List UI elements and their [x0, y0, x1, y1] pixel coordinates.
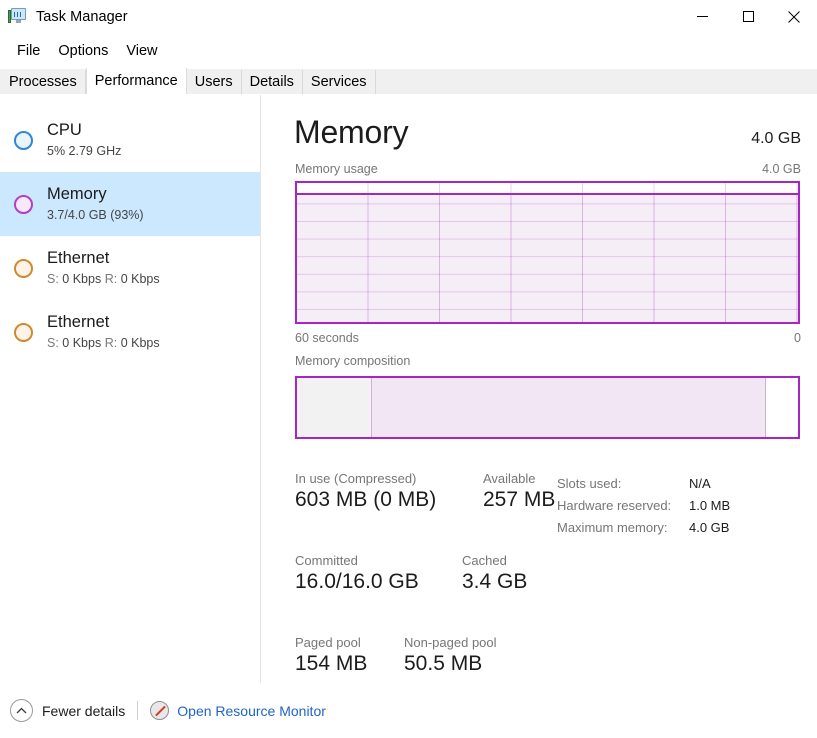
stat-non-paged-pool-value: 50.5 MB — [404, 652, 497, 676]
tab-processes[interactable]: Processes — [0, 70, 86, 94]
usage-graph-axis-row: 60 seconds 0 — [295, 331, 801, 345]
recv-value: 0 Kbps — [121, 272, 160, 286]
minimize-button[interactable] — [679, 0, 725, 33]
maximize-button[interactable] — [725, 0, 771, 33]
title-bar: Task Manager — [0, 0, 817, 33]
info-hardware-reserved-value: 1.0 MB — [689, 495, 730, 517]
composition-segment-standby — [372, 378, 766, 437]
stat-cached-value: 3.4 GB — [462, 570, 527, 594]
chevron-up-icon[interactable] — [10, 699, 33, 722]
stat-non-paged-pool: Non-paged pool 50.5 MB — [404, 635, 497, 676]
tab-users[interactable]: Users — [187, 70, 242, 94]
sidebar-item-memory[interactable]: Memory 3.7/4.0 GB (93%) — [0, 172, 260, 236]
menu-item-view[interactable]: View — [117, 41, 166, 61]
sidebar-item-cpu-title: CPU — [47, 120, 121, 141]
page-title: Memory — [294, 114, 408, 151]
stat-available: Available 257 MB — [483, 471, 555, 512]
send-value: 0 Kbps — [62, 336, 101, 350]
send-label: S: — [47, 336, 59, 350]
usage-graph-max-label: 4.0 GB — [762, 162, 801, 176]
tab-services[interactable]: Services — [303, 70, 376, 94]
stat-paged-pool-label: Paged pool — [295, 635, 367, 650]
recv-label: R: — [105, 336, 118, 350]
tab-strip: Processes Performance Users Details Serv… — [0, 69, 817, 95]
sidebar-item-memory-subtitle: 3.7/4.0 GB (93%) — [47, 208, 144, 224]
sidebar-item-ethernet-2[interactable]: Ethernet S: 0 Kbps R: 0 Kbps — [0, 300, 260, 364]
sidebar-item-cpu-subtitle: 5% 2.79 GHz — [47, 144, 121, 160]
close-button[interactable] — [771, 0, 817, 33]
info-slots-used-key: Slots used: — [557, 473, 689, 495]
menu-bar: File Options View — [0, 38, 817, 64]
sidebar-item-ethernet-2-subtitle: S: 0 Kbps R: 0 Kbps — [47, 336, 160, 352]
stat-committed-label: Committed — [295, 553, 419, 568]
composition-caption-row: Memory composition — [295, 354, 801, 368]
stat-committed: Committed 16.0/16.0 GB — [295, 553, 419, 594]
composition-segment-free — [766, 378, 798, 437]
sidebar-item-ethernet-1-subtitle: S: 0 Kbps R: 0 Kbps — [47, 272, 160, 288]
sidebar-item-ethernet-2-title: Ethernet — [47, 312, 160, 333]
stat-available-value: 257 MB — [483, 488, 555, 512]
stat-available-label: Available — [483, 471, 555, 486]
tab-performance[interactable]: Performance — [86, 68, 187, 94]
info-maximum-memory-key: Maximum memory: — [557, 517, 689, 539]
memory-indicator-icon — [14, 195, 33, 214]
composition-segment-in-use — [297, 378, 372, 437]
recv-label: R: — [105, 272, 118, 286]
stat-row-2: Committed 16.0/16.0 GB Cached 3.4 GB — [295, 553, 801, 617]
stat-in-use: In use (Compressed) 603 MB (0 MB) — [295, 471, 436, 512]
usage-graph-caption: Memory usage — [295, 162, 378, 176]
usage-graph-caption-row: Memory usage 4.0 GB — [295, 162, 801, 176]
detail-header: Memory 4.0 GB — [294, 114, 801, 151]
stat-cached: Cached 3.4 GB — [462, 553, 527, 594]
send-value: 0 Kbps — [62, 272, 101, 286]
fewer-details-button[interactable]: Fewer details — [42, 703, 125, 719]
menu-item-file[interactable]: File — [8, 41, 49, 61]
stat-non-paged-pool-label: Non-paged pool — [404, 635, 497, 650]
ethernet-indicator-icon — [14, 259, 33, 278]
graph-fill-gridlines — [297, 195, 798, 322]
open-resource-monitor-link[interactable]: Open Resource Monitor — [177, 703, 326, 719]
info-hardware-reserved: Hardware reserved: 1.0 MB — [557, 495, 730, 517]
tab-details[interactable]: Details — [242, 70, 303, 94]
info-hardware-reserved-key: Hardware reserved: — [557, 495, 689, 517]
graph-usage-area — [297, 193, 798, 322]
sidebar-item-cpu[interactable]: CPU 5% 2.79 GHz — [0, 108, 260, 172]
info-maximum-memory: Maximum memory: 4.0 GB — [557, 517, 730, 539]
sidebar-item-memory-title: Memory — [47, 184, 144, 205]
info-maximum-memory-value: 4.0 GB — [689, 517, 729, 539]
memory-detail-pane: Memory 4.0 GB Memory usage 4.0 GB 60 sec… — [262, 95, 817, 683]
stat-paged-pool-value: 154 MB — [295, 652, 367, 676]
resource-monitor-icon — [150, 701, 169, 720]
info-slots-used-value: N/A — [689, 473, 711, 495]
graph-x-left-label: 60 seconds — [295, 331, 359, 345]
memory-usage-graph[interactable] — [295, 181, 800, 324]
memory-composition-bar[interactable] — [295, 376, 800, 439]
sidebar-item-ethernet-1[interactable]: Ethernet S: 0 Kbps R: 0 Kbps — [0, 236, 260, 300]
stat-in-use-label: In use (Compressed) — [295, 471, 436, 486]
resource-sidebar: CPU 5% 2.79 GHz Memory 3.7/4.0 GB (93%) … — [0, 95, 261, 683]
footer-divider — [137, 701, 138, 720]
task-manager-icon — [8, 8, 27, 25]
stat-cached-label: Cached — [462, 553, 527, 568]
info-slots-used: Slots used: N/A — [557, 473, 730, 495]
footer-bar: Fewer details Open Resource Monitor — [0, 683, 817, 738]
stat-paged-pool: Paged pool 154 MB — [295, 635, 367, 676]
tab-strip-filler — [376, 70, 817, 94]
memory-hardware-info: Slots used: N/A Hardware reserved: 1.0 M… — [557, 473, 730, 539]
main-body: CPU 5% 2.79 GHz Memory 3.7/4.0 GB (93%) … — [0, 95, 817, 683]
recv-value: 0 Kbps — [121, 336, 160, 350]
menu-item-options[interactable]: Options — [49, 41, 117, 61]
total-memory-value: 4.0 GB — [751, 130, 801, 148]
graph-x-right-label: 0 — [794, 331, 801, 345]
send-label: S: — [47, 272, 59, 286]
memory-composition-caption: Memory composition — [295, 354, 410, 368]
stat-committed-value: 16.0/16.0 GB — [295, 570, 419, 594]
cpu-indicator-icon — [14, 131, 33, 150]
ethernet-indicator-icon — [14, 323, 33, 342]
window-title: Task Manager — [36, 9, 128, 25]
sidebar-item-ethernet-1-title: Ethernet — [47, 248, 160, 269]
window-controls — [679, 0, 817, 33]
stat-in-use-value: 603 MB (0 MB) — [295, 488, 436, 512]
